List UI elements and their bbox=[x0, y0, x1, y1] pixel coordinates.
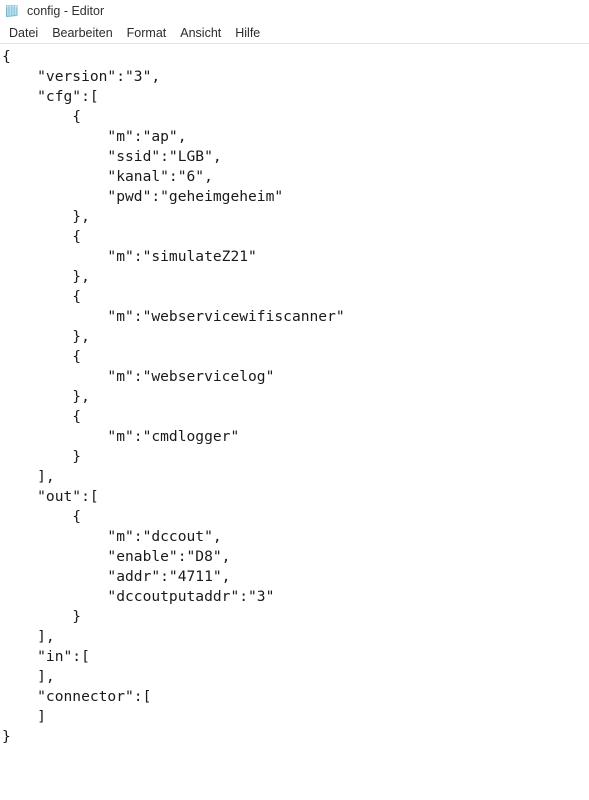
menu-item-format[interactable]: Format bbox=[120, 23, 174, 43]
editor-area[interactable]: { "version":"3", "cfg":[ { "m":"ap", "ss… bbox=[0, 44, 589, 800]
menu-item-hilfe[interactable]: Hilfe bbox=[228, 23, 267, 43]
editor-text-content[interactable]: { "version":"3", "cfg":[ { "m":"ap", "ss… bbox=[0, 44, 589, 800]
notepad-icon bbox=[4, 3, 20, 19]
window-title: config - Editor bbox=[27, 4, 105, 18]
title-bar: config - Editor bbox=[0, 0, 589, 22]
menu-bar: Datei Bearbeiten Format Ansicht Hilfe bbox=[0, 22, 589, 44]
menu-item-datei[interactable]: Datei bbox=[2, 23, 45, 43]
menu-item-bearbeiten[interactable]: Bearbeiten bbox=[45, 23, 119, 43]
notepad-window: config - Editor Datei Bearbeiten Format … bbox=[0, 0, 589, 800]
menu-item-ansicht[interactable]: Ansicht bbox=[173, 23, 228, 43]
